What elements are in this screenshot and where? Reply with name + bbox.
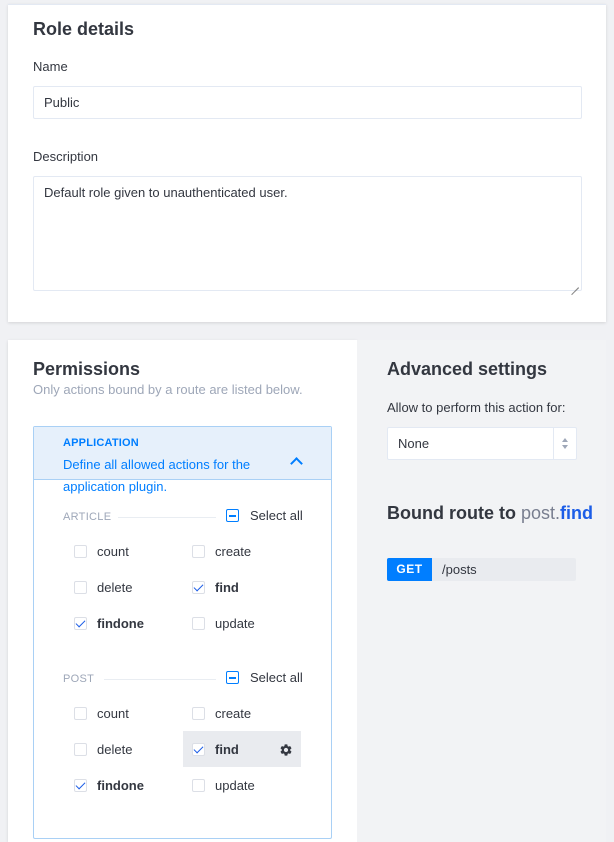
action-label-post-count[interactable]: count: [97, 706, 129, 721]
action-label-post-find[interactable]: find: [215, 742, 239, 757]
checkbox-post-update[interactable]: [192, 779, 205, 792]
select-divider: [553, 428, 554, 459]
policy-label: Allow to perform this action for:: [387, 400, 566, 415]
policy-select-value: None: [398, 436, 430, 451]
advanced-settings-title: Advanced settings: [387, 359, 548, 379]
checkbox-post-create[interactable]: [192, 707, 205, 720]
checkbox-article-find[interactable]: [192, 581, 205, 594]
sort-arrows-icon: [562, 438, 568, 450]
checkbox-article-create[interactable]: [192, 545, 205, 558]
description-text: Default role given to unauthenticated us…: [44, 185, 288, 200]
checkbox-post-find[interactable]: [192, 743, 205, 756]
select-all-checkbox-post[interactable]: [226, 671, 239, 684]
checkbox-article-findone[interactable]: [74, 617, 87, 630]
section-divider: [104, 679, 216, 680]
action-label-post-delete[interactable]: delete: [97, 742, 132, 757]
checkbox-post-findone[interactable]: [74, 779, 87, 792]
select-all-label-post[interactable]: Select all: [250, 670, 303, 685]
checkbox-article-delete[interactable]: [74, 581, 87, 594]
permissions-title: Permissions: [33, 359, 141, 379]
section-divider: [118, 517, 216, 518]
route-bar: GET /posts: [387, 558, 576, 581]
bound-route-controller: post.: [521, 503, 561, 523]
action-label-article-find[interactable]: find: [215, 580, 239, 595]
action-label-post-findone[interactable]: findone: [97, 778, 144, 793]
checkbox-post-delete[interactable]: [74, 743, 87, 756]
description-label: Description: [33, 149, 99, 164]
bound-route-action: find: [560, 503, 594, 523]
checkbox-article-count[interactable]: [74, 545, 87, 558]
policy-select[interactable]: None: [387, 427, 577, 460]
checkbox-article-update[interactable]: [192, 617, 205, 630]
permissions-card: Permissions Only actions bound by a rout…: [8, 340, 357, 842]
action-label-article-delete[interactable]: delete: [97, 580, 132, 595]
bound-route-title: Bound route to post.find: [387, 503, 593, 524]
resize-handle-icon[interactable]: [571, 280, 579, 288]
action-label-article-findone[interactable]: findone: [97, 616, 144, 631]
action-label-post-create[interactable]: create: [215, 706, 251, 721]
gear-icon[interactable]: [279, 743, 293, 757]
action-label-article-count[interactable]: count: [97, 544, 129, 559]
select-all-label-article[interactable]: Select all: [250, 508, 303, 523]
route-method-badge: GET: [387, 558, 432, 581]
select-all-checkbox-article[interactable]: [226, 509, 239, 522]
checkbox-post-count[interactable]: [74, 707, 87, 720]
section-label-article: ARTICLE: [63, 511, 112, 523]
description-textarea[interactable]: Default role given to unauthenticated us…: [33, 176, 582, 291]
action-label-post-update[interactable]: update: [215, 778, 255, 793]
action-label-article-create[interactable]: create: [215, 544, 251, 559]
chevron-up-icon[interactable]: [290, 457, 303, 470]
plugin-description: Define all allowed actions for the appli…: [63, 457, 251, 494]
bound-route-prefix: Bound route to: [387, 503, 516, 523]
action-label-article-update[interactable]: update: [215, 616, 255, 631]
permissions-subtitle: Only actions bound by a route are listed…: [33, 382, 303, 397]
section-label-post: POST: [63, 673, 95, 685]
advanced-settings-panel: Advanced settings Allow to perform this …: [357, 340, 606, 842]
name-input[interactable]: Public: [33, 86, 582, 119]
plugin-name: APPLICATION: [63, 437, 139, 449]
plugin-header[interactable]: APPLICATION Define all allowed actions f…: [34, 427, 331, 494]
route-path: /posts: [442, 562, 477, 577]
name-label: Name: [33, 59, 68, 74]
role-details-card: Role details Name Public Description Def…: [8, 4, 606, 322]
role-details-title: Role details: [33, 19, 135, 39]
plugin-panel: APPLICATION Define all allowed actions f…: [33, 426, 332, 839]
